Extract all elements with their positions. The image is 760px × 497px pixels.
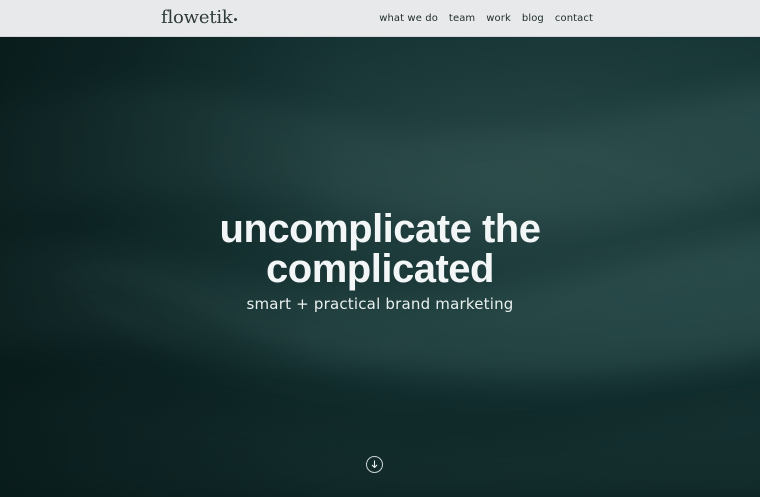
- hero-headline-line-2: complicated: [266, 246, 494, 291]
- arrow-down-icon: [371, 460, 378, 469]
- nav-link-blog[interactable]: blog: [522, 13, 544, 24]
- top-navbar: flowetik what we do team work blog conta…: [0, 0, 760, 37]
- hero-headline: uncomplicate the complicated: [0, 209, 760, 289]
- nav-link-team[interactable]: team: [449, 13, 475, 24]
- hero-headline-line-1: uncomplicate the: [219, 206, 541, 251]
- nav-link-work[interactable]: work: [486, 13, 511, 24]
- scroll-down-button[interactable]: [366, 456, 383, 473]
- nav-link-what-we-do[interactable]: what we do: [379, 13, 438, 24]
- primary-navigation: what we do team work blog contact: [379, 0, 593, 37]
- brand-logo[interactable]: flowetik: [161, 6, 237, 30]
- logo-dot-icon: [233, 18, 237, 21]
- logo-text: flowetik: [161, 7, 233, 28]
- hero-section: uncomplicate the complicated smart + pra…: [0, 37, 760, 497]
- nav-link-contact[interactable]: contact: [555, 13, 593, 24]
- hero-subheadline: smart + practical brand marketing: [246, 295, 514, 313]
